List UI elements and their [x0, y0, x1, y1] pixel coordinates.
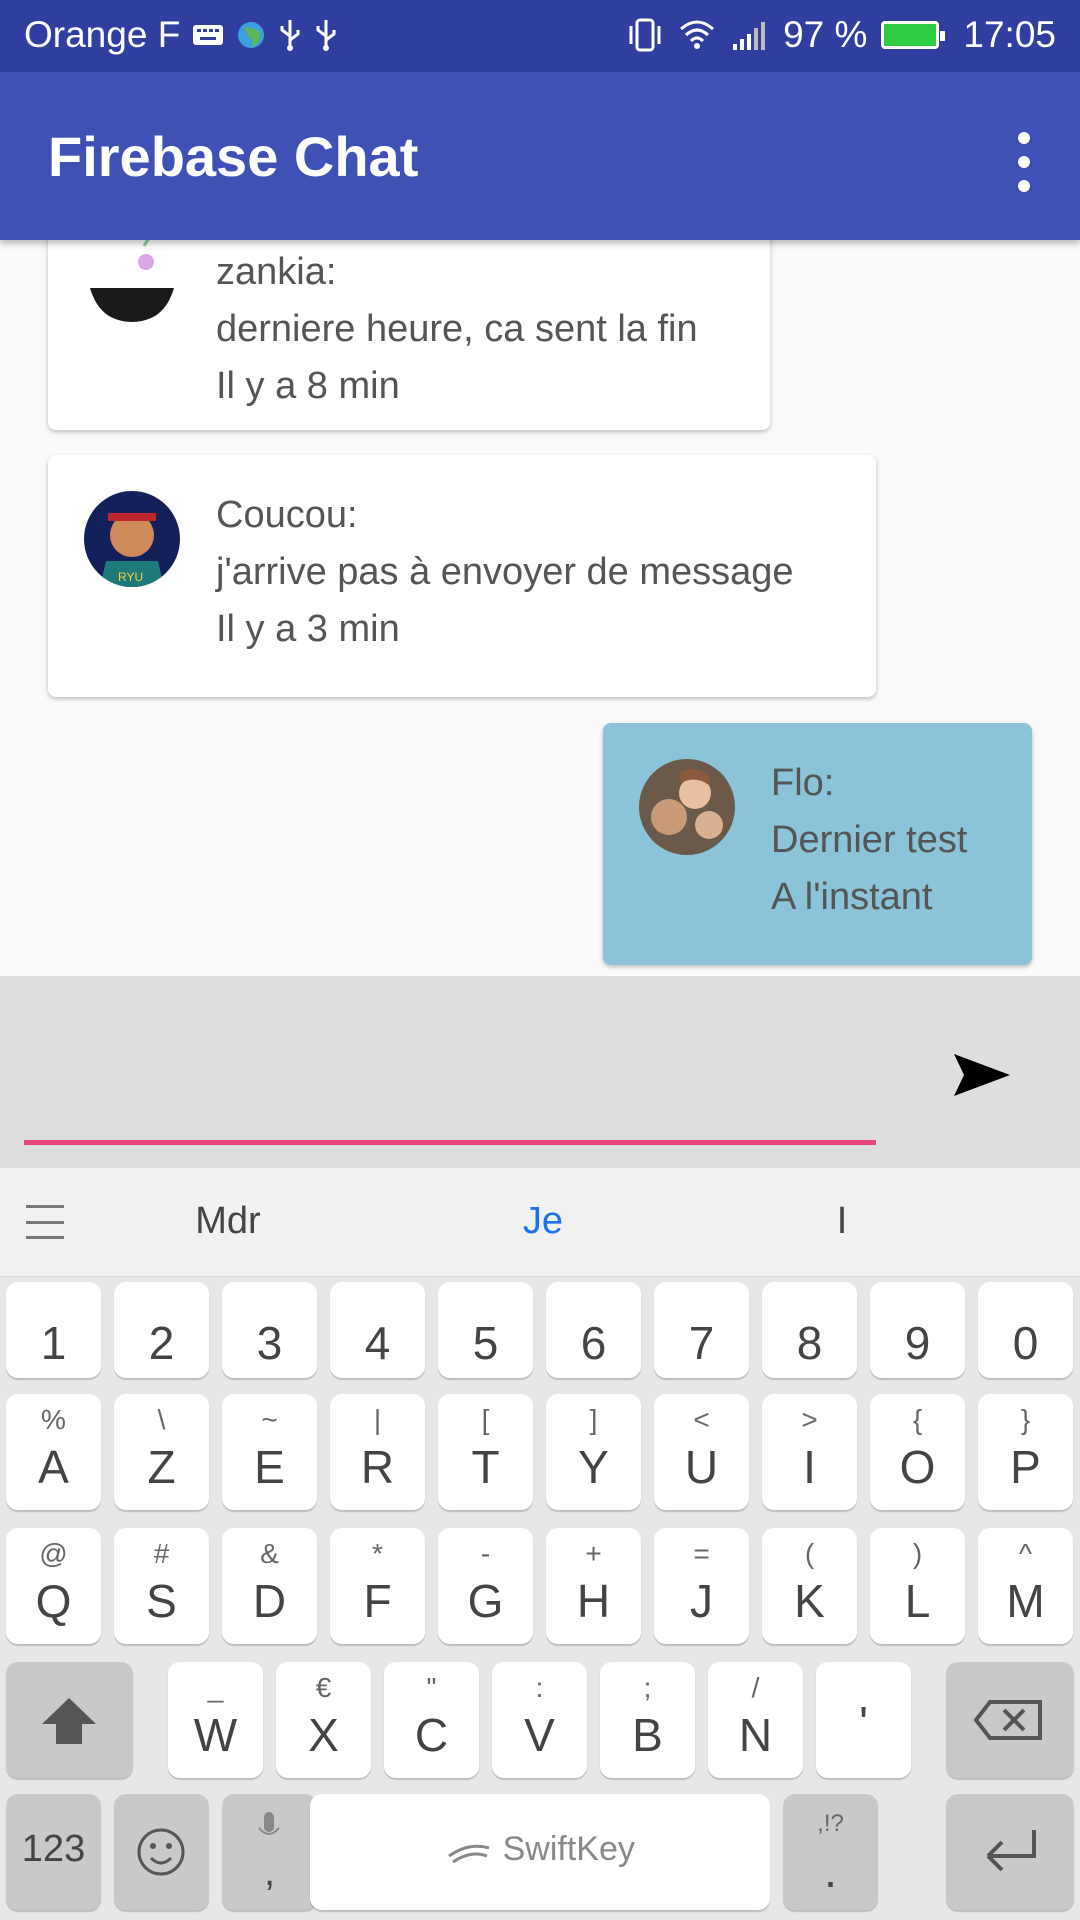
key-s[interactable]: # S — [114, 1528, 209, 1644]
key-5[interactable]: 5 — [438, 1282, 533, 1378]
key-j[interactable]: = J — [654, 1528, 749, 1644]
shift-key[interactable] — [6, 1662, 133, 1778]
key-0[interactable]: 0 — [978, 1282, 1073, 1378]
key-n[interactable]: / N — [708, 1662, 803, 1778]
wifi-icon — [680, 20, 715, 49]
carrier-label: Orange F — [24, 14, 181, 55]
message-time: Il y a 8 min — [216, 365, 400, 407]
key-1[interactable]: 1 — [6, 1282, 101, 1378]
status-bar: Orange F 97 % 17:05 — [0, 0, 1080, 72]
message-author: Flo: — [771, 762, 835, 804]
overflow-menu-icon[interactable] — [1004, 132, 1044, 192]
key-v[interactable]: :V — [492, 1662, 587, 1778]
comma-key[interactable]: , — [222, 1794, 317, 1910]
vibrate-icon — [629, 18, 661, 52]
key-f[interactable]: * F — [330, 1528, 425, 1644]
numbers-key[interactable]: 123 — [6, 1794, 101, 1910]
key-8[interactable]: 8 — [762, 1282, 857, 1378]
key-3[interactable]: 3 — [222, 1282, 317, 1378]
avatar: RYU — [84, 491, 180, 587]
svg-text:RYU: RYU — [118, 570, 143, 584]
key-a[interactable]: % A — [6, 1394, 101, 1510]
message-time: Il y a 3 min — [216, 608, 400, 650]
key-o[interactable]: {O — [870, 1394, 965, 1510]
key-l[interactable]: ) L — [870, 1528, 965, 1644]
key-k[interactable]: (K — [762, 1528, 857, 1644]
message-text: derniere heure, ca sent la fin — [216, 308, 698, 350]
swiftkey-logo: SwiftKey — [310, 1830, 770, 1869]
key-b[interactable]: ; B — [600, 1662, 695, 1778]
key-i[interactable]: > I — [762, 1394, 857, 1510]
key-d[interactable]: & D — [222, 1528, 317, 1644]
message-card-mine: Flo: Dernier test A l'instant — [603, 723, 1032, 965]
backspace-key[interactable] — [946, 1662, 1074, 1778]
message-list[interactable]: zankia: derniere heure, ca sent la fin I… — [0, 240, 1080, 976]
key-x[interactable]: € X — [276, 1662, 371, 1778]
key-g[interactable]: -G — [438, 1528, 533, 1644]
battery-icon — [881, 21, 946, 49]
message-card: zankia: derniere heure, ca sent la fin I… — [48, 240, 770, 430]
emoji-key[interactable] — [114, 1794, 209, 1910]
globe-icon — [238, 22, 265, 48]
period-key[interactable]: ,!? . — [783, 1794, 878, 1910]
app-title: Firebase Chat — [48, 125, 419, 188]
avatar — [84, 240, 180, 322]
battery-percent: 97 % — [783, 14, 868, 55]
key-9[interactable]: 9 — [870, 1282, 965, 1378]
smiley-icon — [137, 1828, 185, 1876]
space-key[interactable]: SwiftKey — [310, 1794, 770, 1910]
key-2[interactable]: 2 — [114, 1282, 209, 1378]
key-6[interactable]: 6 — [546, 1282, 641, 1378]
signal-icon — [733, 22, 766, 50]
suggestion-left[interactable]: Mdr — [128, 1200, 328, 1243]
message-text: Dernier test — [771, 819, 968, 861]
suggestion-right[interactable]: I — [742, 1200, 942, 1243]
keyboard-icon — [193, 25, 224, 45]
key-r[interactable]: | R — [330, 1394, 425, 1510]
clock: 17:05 — [963, 14, 1056, 55]
input-underline — [24, 1140, 876, 1145]
key-t[interactable]: [T — [438, 1394, 533, 1510]
menu-icon[interactable] — [26, 1205, 64, 1239]
enter-icon — [986, 1830, 1036, 1872]
shift-icon — [42, 1698, 96, 1744]
send-icon — [954, 1054, 1010, 1096]
key-y[interactable]: ] Y — [546, 1394, 641, 1510]
message-card: RYU Coucou: j'arrive pas à envoyer de me… — [48, 455, 876, 697]
key-q[interactable]: @ Q — [6, 1528, 101, 1644]
backspace-icon — [973, 1700, 1042, 1740]
suggestion-center[interactable]: Je — [443, 1200, 643, 1243]
key-e[interactable]: ~ E — [222, 1394, 317, 1510]
usb-icon — [280, 20, 300, 51]
key-p[interactable]: } P — [978, 1394, 1073, 1510]
key-h[interactable]: + H — [546, 1528, 641, 1644]
microphone-icon — [258, 1812, 280, 1835]
app-bar: Firebase Chat — [0, 72, 1080, 240]
avatar — [639, 759, 735, 855]
message-author: Coucou: — [216, 494, 358, 536]
message-text: j'arrive pas à envoyer de message — [216, 551, 794, 593]
key-4[interactable]: 4 — [330, 1282, 425, 1378]
usb-icon-2 — [316, 20, 336, 51]
key-z[interactable]: \ Z — [114, 1394, 209, 1510]
key-7[interactable]: 7 — [654, 1282, 749, 1378]
key-c[interactable]: " C — [384, 1662, 479, 1778]
key-m[interactable]: ^ M — [978, 1528, 1073, 1644]
message-time: A l'instant — [771, 876, 933, 918]
enter-key[interactable] — [946, 1794, 1074, 1910]
key-w[interactable]: _ W — [168, 1662, 263, 1778]
key-apostrophe[interactable]: ' — [816, 1662, 911, 1778]
key-u[interactable]: < U — [654, 1394, 749, 1510]
send-button[interactable] — [940, 1040, 1020, 1110]
message-author: zankia: — [216, 251, 337, 293]
